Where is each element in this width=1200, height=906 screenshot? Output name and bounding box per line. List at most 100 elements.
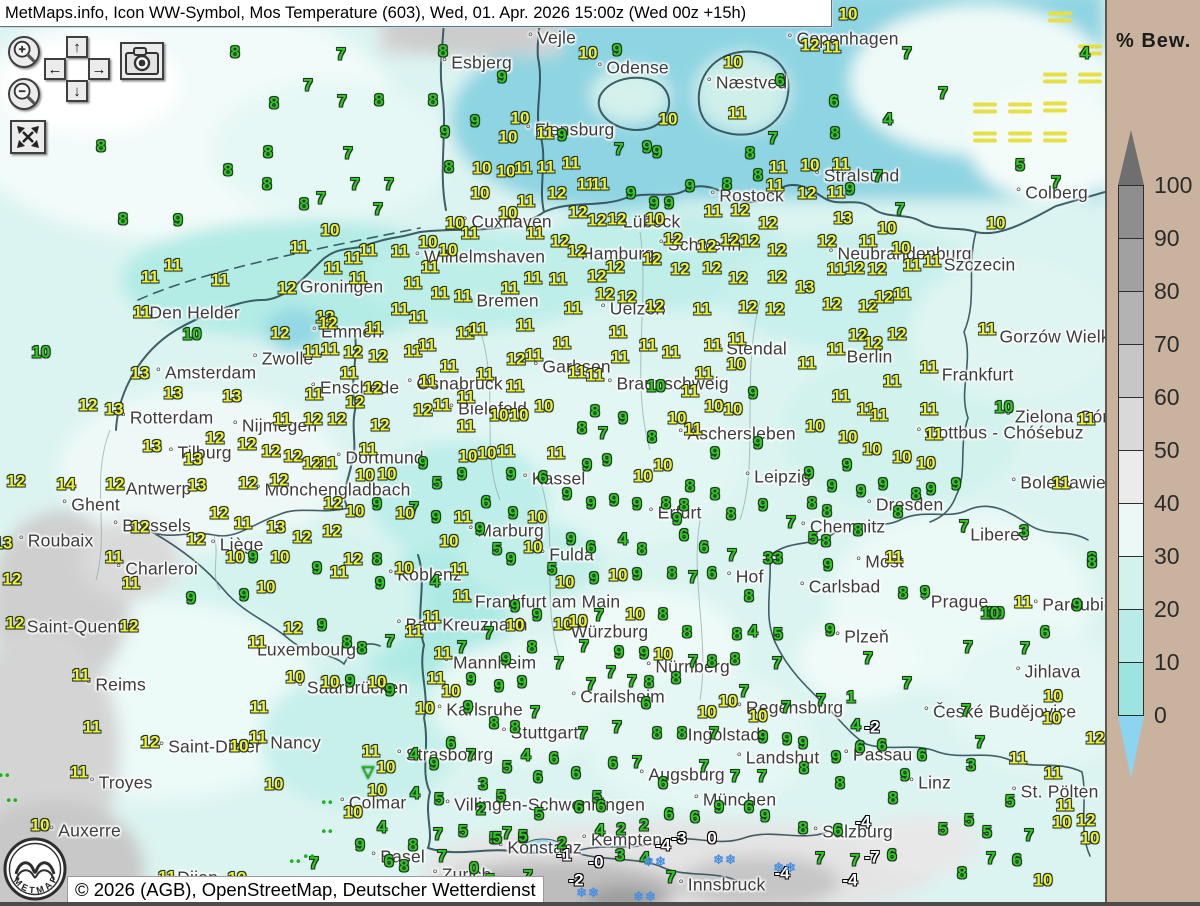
- station-temperature-value: 7: [606, 664, 615, 681]
- station-temperature-value: 9: [626, 185, 635, 202]
- legend-segment: [1118, 185, 1144, 239]
- city-label: Antwerp: [117, 479, 192, 500]
- station-temperature-value: 4: [618, 531, 627, 548]
- city-label: Jihlava: [1015, 662, 1080, 683]
- legend-tick-label: 40: [1154, 492, 1180, 515]
- station-temperature-value: 11: [391, 301, 409, 318]
- station-temperature-value: 13: [834, 210, 853, 227]
- station-temperature-value: 10: [892, 240, 911, 257]
- station-temperature-value: 6: [481, 494, 490, 511]
- station-temperature-value: 12: [319, 315, 338, 332]
- station-temperature-value: 12: [568, 243, 587, 260]
- station-temperature-value: 9: [466, 671, 475, 688]
- station-temperature-value: 11: [662, 344, 680, 361]
- fullscreen-button[interactable]: [10, 120, 46, 154]
- station-temperature-value: 4: [1080, 45, 1089, 62]
- station-temperature-value: 11: [419, 373, 437, 390]
- station-temperature-value: 12: [588, 268, 607, 285]
- station-temperature-value: 11: [517, 193, 535, 210]
- city-label: Amsterdam: [156, 363, 256, 384]
- station-temperature-value: 12: [346, 394, 365, 411]
- legend-tick-label: 30: [1154, 545, 1180, 568]
- station-temperature-value: 10: [987, 215, 1006, 232]
- legend-segment: [1118, 291, 1144, 345]
- zoom-in-button[interactable]: [8, 36, 40, 68]
- station-temperature-value: 11: [978, 321, 996, 338]
- pan-up-button[interactable]: ↑: [66, 36, 88, 58]
- legend-segment: [1118, 662, 1144, 716]
- station-temperature-value: 8: [357, 640, 366, 657]
- station-temperature-value: 10: [395, 560, 414, 577]
- station-temperature-value: 8: [707, 653, 716, 670]
- station-temperature-value: 4: [851, 717, 860, 734]
- station-temperature-value: 6: [707, 565, 716, 582]
- station-temperature-value: 6: [744, 799, 753, 816]
- station-temperature-value: 10: [32, 344, 51, 361]
- city-label: Kassel: [523, 469, 586, 490]
- map-canvas[interactable]: Den HelderGroningenEsbjergVejleOdenseNæs…: [0, 0, 1105, 906]
- station-temperature-value: 11: [827, 184, 845, 201]
- station-temperature-value: 11: [303, 343, 321, 360]
- station-temperature-value: 12: [698, 238, 717, 255]
- station-temperature-value: 8: [685, 478, 694, 495]
- station-temperature-value: 11: [450, 561, 468, 578]
- station-temperature-value: 11: [704, 203, 722, 220]
- station-temperature-value: 9: [710, 445, 719, 462]
- station-temperature-value: 7: [502, 825, 511, 842]
- station-temperature-value: 8: [821, 533, 830, 550]
- station-temperature-value: 4: [430, 573, 439, 590]
- station-temperature-value: 9: [612, 42, 621, 59]
- station-temperature-value: 10: [806, 418, 825, 435]
- station-temperature-value: 0: [469, 860, 478, 877]
- station-temperature-value: 12: [293, 529, 312, 546]
- title-text: MetMaps.info, Icon WW-Symbol, Mos Temper…: [5, 4, 746, 22]
- station-temperature-value: 8: [637, 541, 646, 558]
- station-temperature-value: 2: [616, 821, 625, 838]
- station-temperature-value: 10: [271, 549, 290, 566]
- station-temperature-value: 9: [926, 481, 935, 498]
- pan-left-button[interactable]: ←: [44, 58, 66, 80]
- station-temperature-value: 13: [143, 438, 162, 455]
- station-temperature-value: 7: [1020, 640, 1029, 657]
- city-label: Villingen-Schwenningen: [445, 795, 645, 816]
- station-temperature-value: 7: [303, 77, 312, 94]
- station-temperature-value: 7: [484, 625, 493, 642]
- station-temperature-value: 3: [615, 847, 624, 864]
- station-temperature-value: 10: [226, 549, 245, 566]
- station-temperature-value: 10: [1044, 688, 1063, 705]
- station-temperature-value: 7: [384, 176, 393, 193]
- station-temperature-value: 7: [959, 518, 968, 535]
- copyright-text: © 2026 (AGB), OpenStreetMap, Deutscher W…: [75, 879, 536, 900]
- zoom-out-button[interactable]: [8, 78, 40, 110]
- station-temperature-value: 11: [1056, 797, 1074, 814]
- pan-down-button[interactable]: ↓: [66, 80, 88, 102]
- station-temperature-value: 7: [1024, 827, 1033, 844]
- station-temperature-value: 10: [377, 759, 396, 776]
- station-temperature-value: 7: [466, 747, 475, 764]
- camera-icon: [125, 47, 159, 75]
- station-temperature-value: 11: [832, 388, 850, 405]
- station-temperature-value: 9: [470, 113, 479, 130]
- city-label: St. Pölten: [1011, 782, 1098, 803]
- station-temperature-value: 10: [1081, 830, 1100, 847]
- shower-triangle-icon: ▽: [362, 762, 374, 782]
- city-label: Salzburg: [813, 822, 893, 843]
- station-temperature-value: 13: [184, 451, 203, 468]
- station-temperature-value: 6: [549, 750, 558, 767]
- legend-tick-label: 20: [1154, 598, 1180, 621]
- station-temperature-value: 7: [598, 425, 607, 442]
- station-temperature-value: 9: [562, 486, 571, 503]
- pan-right-button[interactable]: →: [88, 58, 110, 80]
- snapshot-button[interactable]: [120, 42, 164, 80]
- station-temperature-value: 12: [6, 615, 25, 632]
- legend-tick-label: 60: [1154, 386, 1180, 409]
- station-temperature-value: 10: [344, 804, 363, 821]
- city-label: Reims: [86, 675, 146, 696]
- station-temperature-value: 7: [336, 46, 345, 63]
- station-temperature-value: 13: [0, 535, 12, 552]
- station-temperature-value: 11: [516, 317, 534, 334]
- station-temperature-value: 6: [538, 469, 547, 486]
- station-temperature-value: 12: [875, 289, 894, 306]
- station-temperature-value: 7: [709, 725, 718, 742]
- station-temperature-value: 9: [951, 476, 960, 493]
